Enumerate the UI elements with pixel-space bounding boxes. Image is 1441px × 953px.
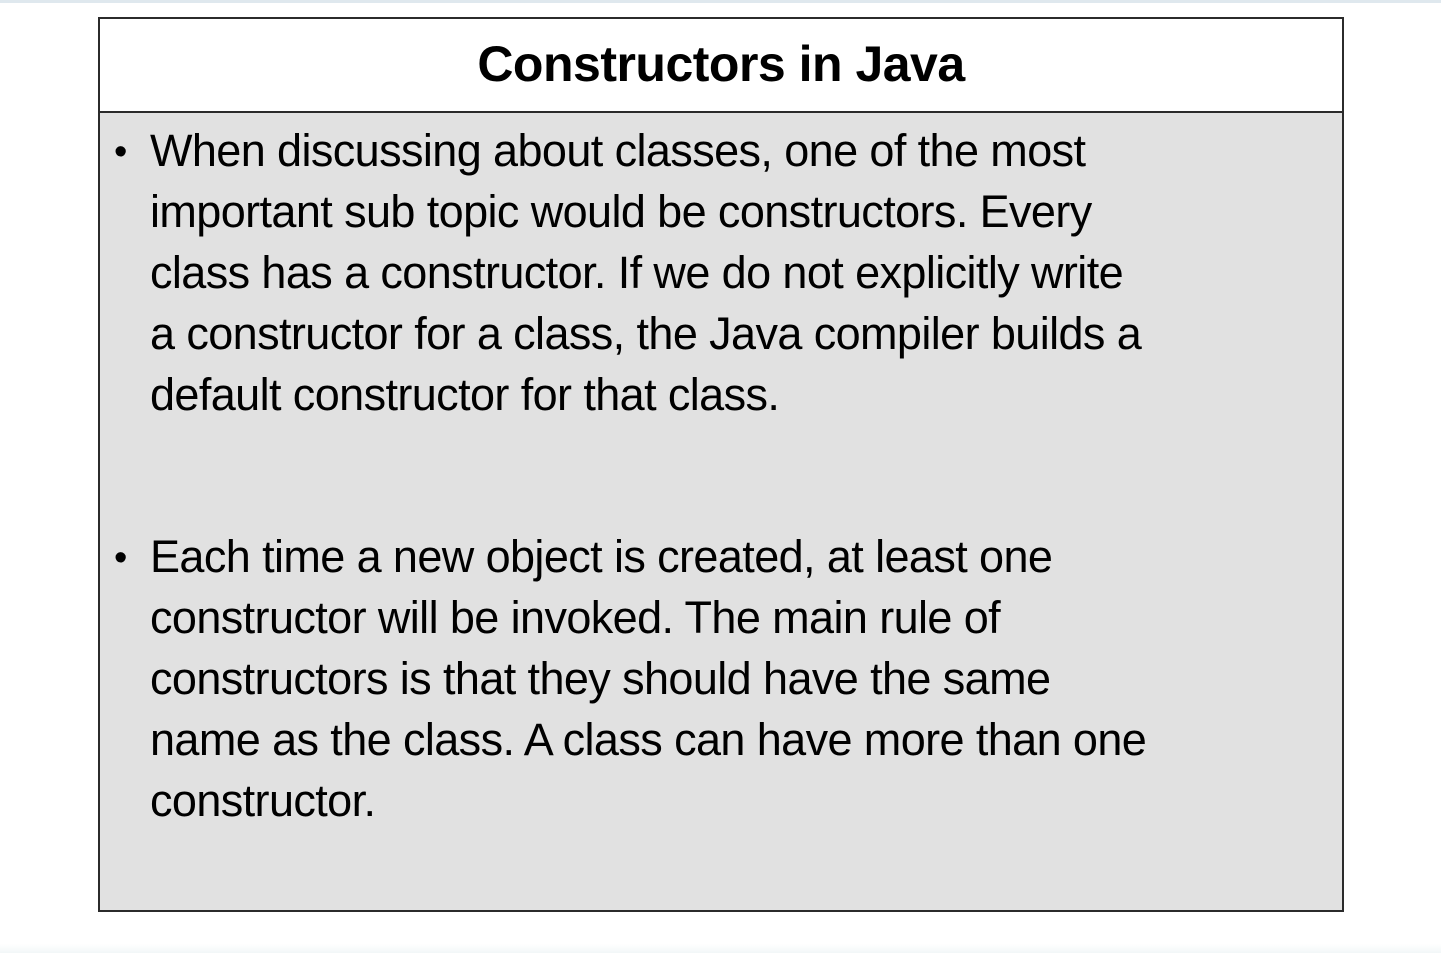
bullet-line: a constructor for a class, the Java comp… [150, 308, 1142, 359]
bullet-line: When discussing about classes, one of th… [150, 125, 1086, 176]
bullet-line: Each time a new object is created, at le… [150, 531, 1053, 582]
window-bottom-edge [0, 944, 1441, 953]
bullet-line: constructor will be invoked. The main ru… [150, 592, 1001, 643]
bullet-line: constructors is that they should have th… [150, 653, 1051, 704]
slide-title: Constructors in Java [477, 36, 965, 92]
bullet-dot-icon: • [114, 537, 128, 579]
bullet-line: important sub topic would be constructor… [150, 186, 1092, 237]
slide-title-bar: Constructors in Java [100, 19, 1342, 113]
bullet-line: class has a constructor. If we do not ex… [150, 247, 1124, 298]
bullet-text: When discussing about classes, one of th… [150, 120, 1330, 425]
window-top-edge [0, 0, 1441, 3]
slide: Constructors in Java • When discussing a… [98, 17, 1344, 912]
bullet-text: Each time a new object is created, at le… [150, 526, 1330, 831]
bullet-line: constructor. [150, 775, 376, 826]
bullet-dot-icon: • [114, 131, 128, 173]
bullet-line: name as the class. A class can have more… [150, 714, 1147, 765]
bullet-line: default constructor for that class. [150, 369, 780, 420]
